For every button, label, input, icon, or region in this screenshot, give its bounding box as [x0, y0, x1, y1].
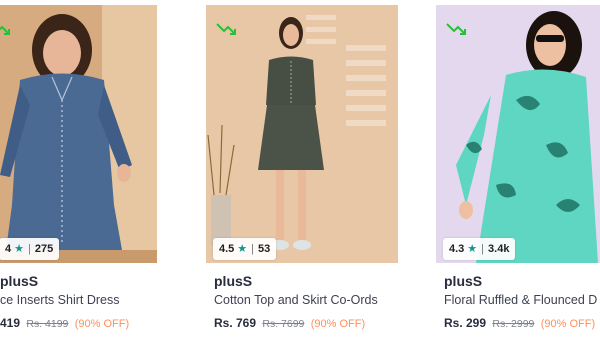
rating-count: 3.4k — [488, 243, 510, 255]
product-image[interactable]: 4.5 ★ | 53 — [206, 5, 398, 263]
product-image[interactable]: 4 ★ | 275 — [0, 5, 157, 263]
rating-chip: 4.3 ★ | 3.4k — [443, 238, 516, 260]
rating-chip: 4.5 ★ | 53 — [213, 238, 277, 260]
trending-down-icon — [216, 23, 236, 35]
price-row: Rs. 299 Rs. 2999 (90% OFF) — [444, 316, 595, 330]
product-strip: 4 ★ | 275 plusS ce Inserts Shirt Dress 4… — [0, 0, 600, 338]
trending-down-icon — [0, 25, 10, 35]
product-card[interactable]: 4 ★ | 275 plusS ce Inserts Shirt Dress 4… — [0, 0, 157, 338]
product-price: Rs. 299 — [444, 316, 487, 330]
rating-chip: 4 ★ | 275 — [0, 238, 60, 260]
trending-down-icon — [446, 23, 466, 35]
price-row: Rs. 769 Rs. 7699 (90% OFF) — [214, 316, 365, 330]
product-mrp: Rs. 4199 — [26, 318, 69, 330]
product-price: Rs. 769 — [214, 316, 257, 330]
rating-value: 4 — [5, 243, 12, 255]
product-title: ce Inserts Shirt Dress — [0, 293, 120, 307]
product-brand: plusS — [444, 273, 483, 289]
rating-value: 4.3 — [449, 243, 465, 255]
product-title: Floral Ruffled & Flounced D — [444, 293, 598, 307]
star-icon: ★ — [467, 242, 478, 255]
product-mrp: Rs. 2999 — [492, 318, 535, 330]
star-icon: ★ — [237, 242, 248, 255]
product-image[interactable]: 4.3 ★ | 3.4k — [436, 5, 600, 263]
product-discount: (90% OFF) — [310, 318, 366, 330]
product-brand: plusS — [214, 273, 253, 289]
product-price: 419 — [0, 316, 21, 330]
price-row: 419 Rs. 4199 (90% OFF) — [0, 316, 129, 330]
rating-count: 53 — [258, 243, 271, 255]
rating-count: 275 — [34, 243, 54, 255]
star-icon: ★ — [14, 242, 24, 255]
product-discount: (90% OFF) — [74, 318, 130, 330]
product-mrp: Rs. 7699 — [262, 318, 305, 330]
product-discount: (90% OFF) — [540, 318, 596, 330]
product-card[interactable]: 4.5 ★ | 53 plusS Cotton Top and Skirt Co… — [206, 0, 398, 338]
rating-value: 4.5 — [219, 243, 235, 255]
product-title: Cotton Top and Skirt Co-Ords — [214, 293, 378, 307]
product-brand: plusS — [0, 273, 39, 289]
product-card[interactable]: 4.3 ★ | 3.4k plusS Floral Ruffled & Flou… — [436, 0, 600, 338]
